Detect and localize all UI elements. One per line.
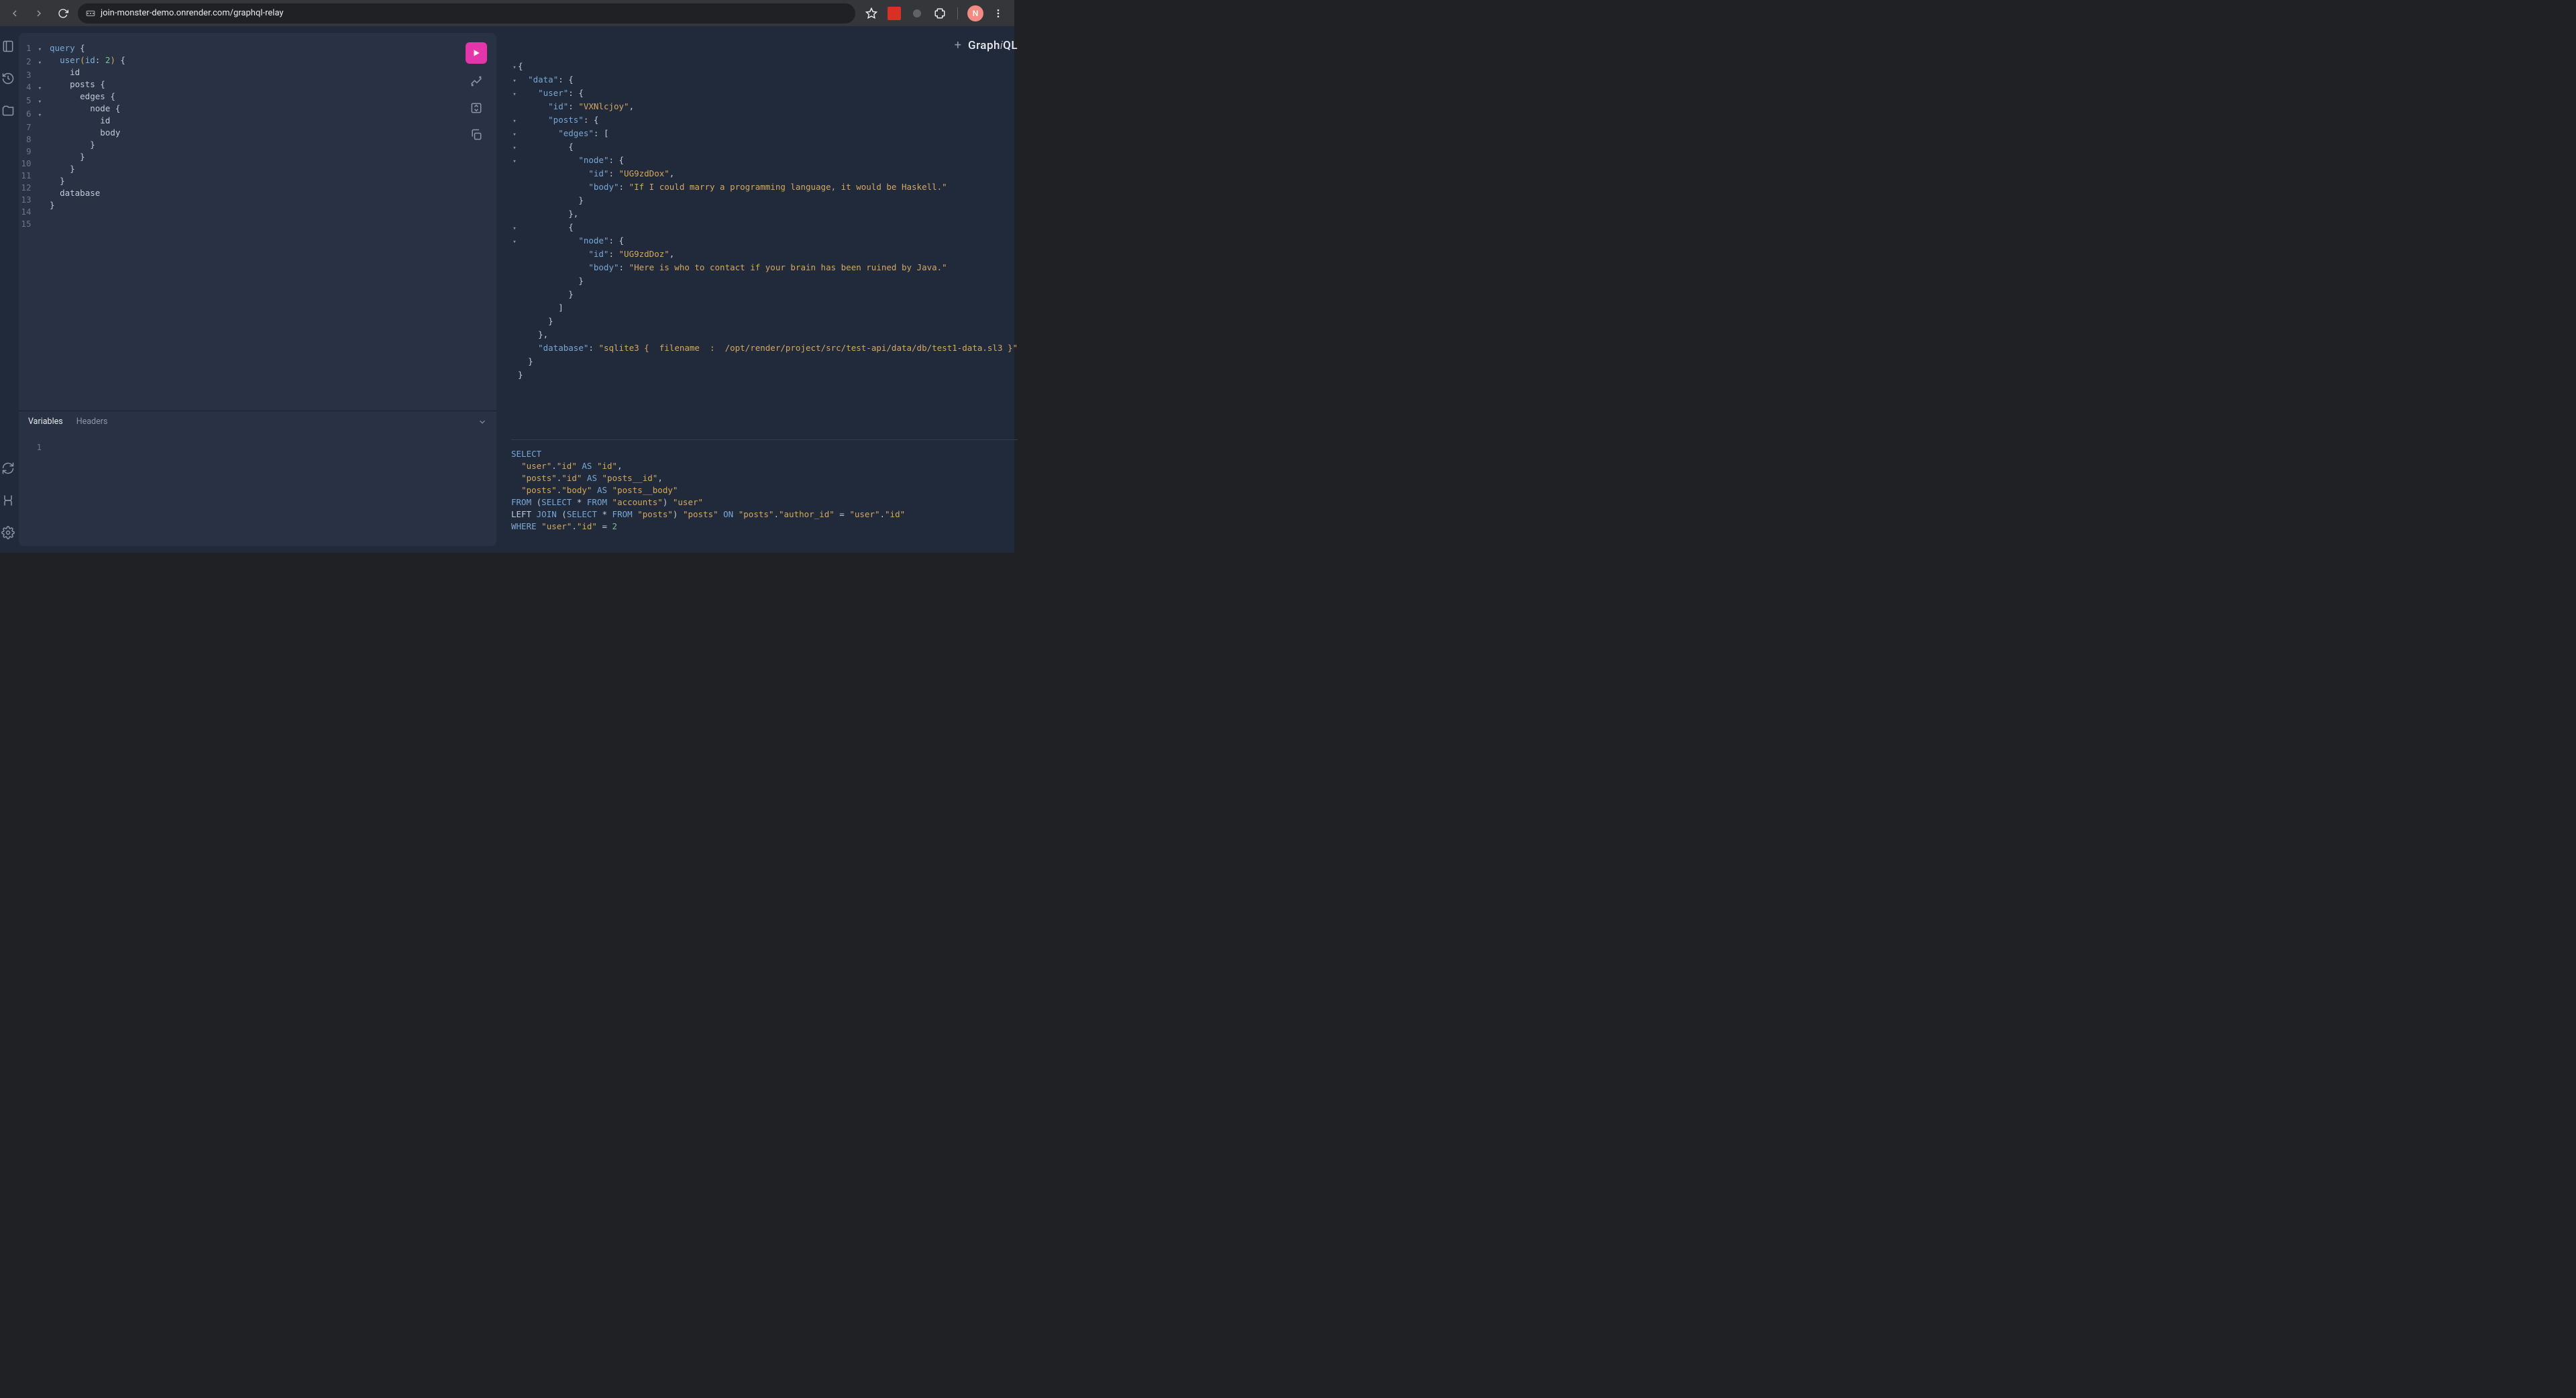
reload-button[interactable] bbox=[54, 4, 72, 23]
merge-icon[interactable] bbox=[467, 99, 486, 117]
shortcuts-icon[interactable] bbox=[0, 492, 16, 508]
docs-icon[interactable] bbox=[0, 38, 16, 54]
line-gutter: 1 bbox=[19, 432, 44, 546]
tab-variables[interactable]: Variables bbox=[28, 417, 63, 427]
response-viewer[interactable]: ▾{▾ "data": {▾ "user": { "id": "VXNlcjoy… bbox=[502, 58, 1027, 439]
incognito-icon[interactable] bbox=[909, 5, 925, 21]
menu-icon[interactable] bbox=[990, 5, 1006, 21]
history-icon[interactable] bbox=[0, 70, 16, 87]
url-text: join-monster-demo.onrender.com/graphql-r… bbox=[101, 8, 284, 18]
collapse-tabs-icon[interactable] bbox=[478, 417, 487, 427]
settings-icon[interactable] bbox=[0, 525, 16, 541]
editor-tabs: Variables Headers 1 bbox=[19, 411, 496, 546]
sidebar bbox=[0, 26, 16, 553]
profile-avatar[interactable]: N bbox=[967, 5, 983, 21]
sql-output: SELECT "user"."id" AS "id", "posts"."id"… bbox=[511, 439, 1018, 546]
refetch-icon[interactable] bbox=[0, 460, 16, 476]
line-gutter: 1 ▾2 ▾3 4 ▾5 ▾6 ▾7 8 9 10 11 12 13 14 15 bbox=[19, 33, 44, 411]
explorer-icon[interactable] bbox=[0, 103, 16, 119]
query-code[interactable]: query { user(id: 2) { id posts { edges {… bbox=[44, 33, 496, 411]
extensions-icon[interactable] bbox=[932, 5, 948, 21]
graphiql-logo: GraphiQL bbox=[968, 39, 1018, 52]
prettify-icon[interactable] bbox=[467, 72, 486, 91]
back-button[interactable] bbox=[5, 4, 24, 23]
query-panel: 1 ▾2 ▾3 4 ▾5 ▾6 ▾7 8 9 10 11 12 13 14 15… bbox=[19, 33, 496, 546]
response-panel: + GraphiQL ▾{▾ "data": {▾ "user": { "id"… bbox=[496, 33, 1027, 546]
variables-editor[interactable]: 1 bbox=[19, 432, 496, 546]
forward-button[interactable] bbox=[30, 4, 48, 23]
execute-button[interactable] bbox=[466, 42, 487, 64]
tab-headers[interactable]: Headers bbox=[76, 417, 108, 427]
add-tab-button[interactable]: + bbox=[955, 38, 961, 52]
extension-icon[interactable] bbox=[886, 5, 902, 21]
browser-toolbar: join-monster-demo.onrender.com/graphql-r… bbox=[0, 0, 1014, 26]
bookmark-icon[interactable] bbox=[863, 5, 879, 21]
copy-icon[interactable] bbox=[467, 125, 486, 144]
query-editor[interactable]: 1 ▾2 ▾3 4 ▾5 ▾6 ▾7 8 9 10 11 12 13 14 15… bbox=[19, 33, 496, 411]
address-bar[interactable]: join-monster-demo.onrender.com/graphql-r… bbox=[78, 3, 855, 23]
variables-code[interactable] bbox=[44, 432, 496, 546]
site-info-icon[interactable] bbox=[86, 9, 95, 18]
